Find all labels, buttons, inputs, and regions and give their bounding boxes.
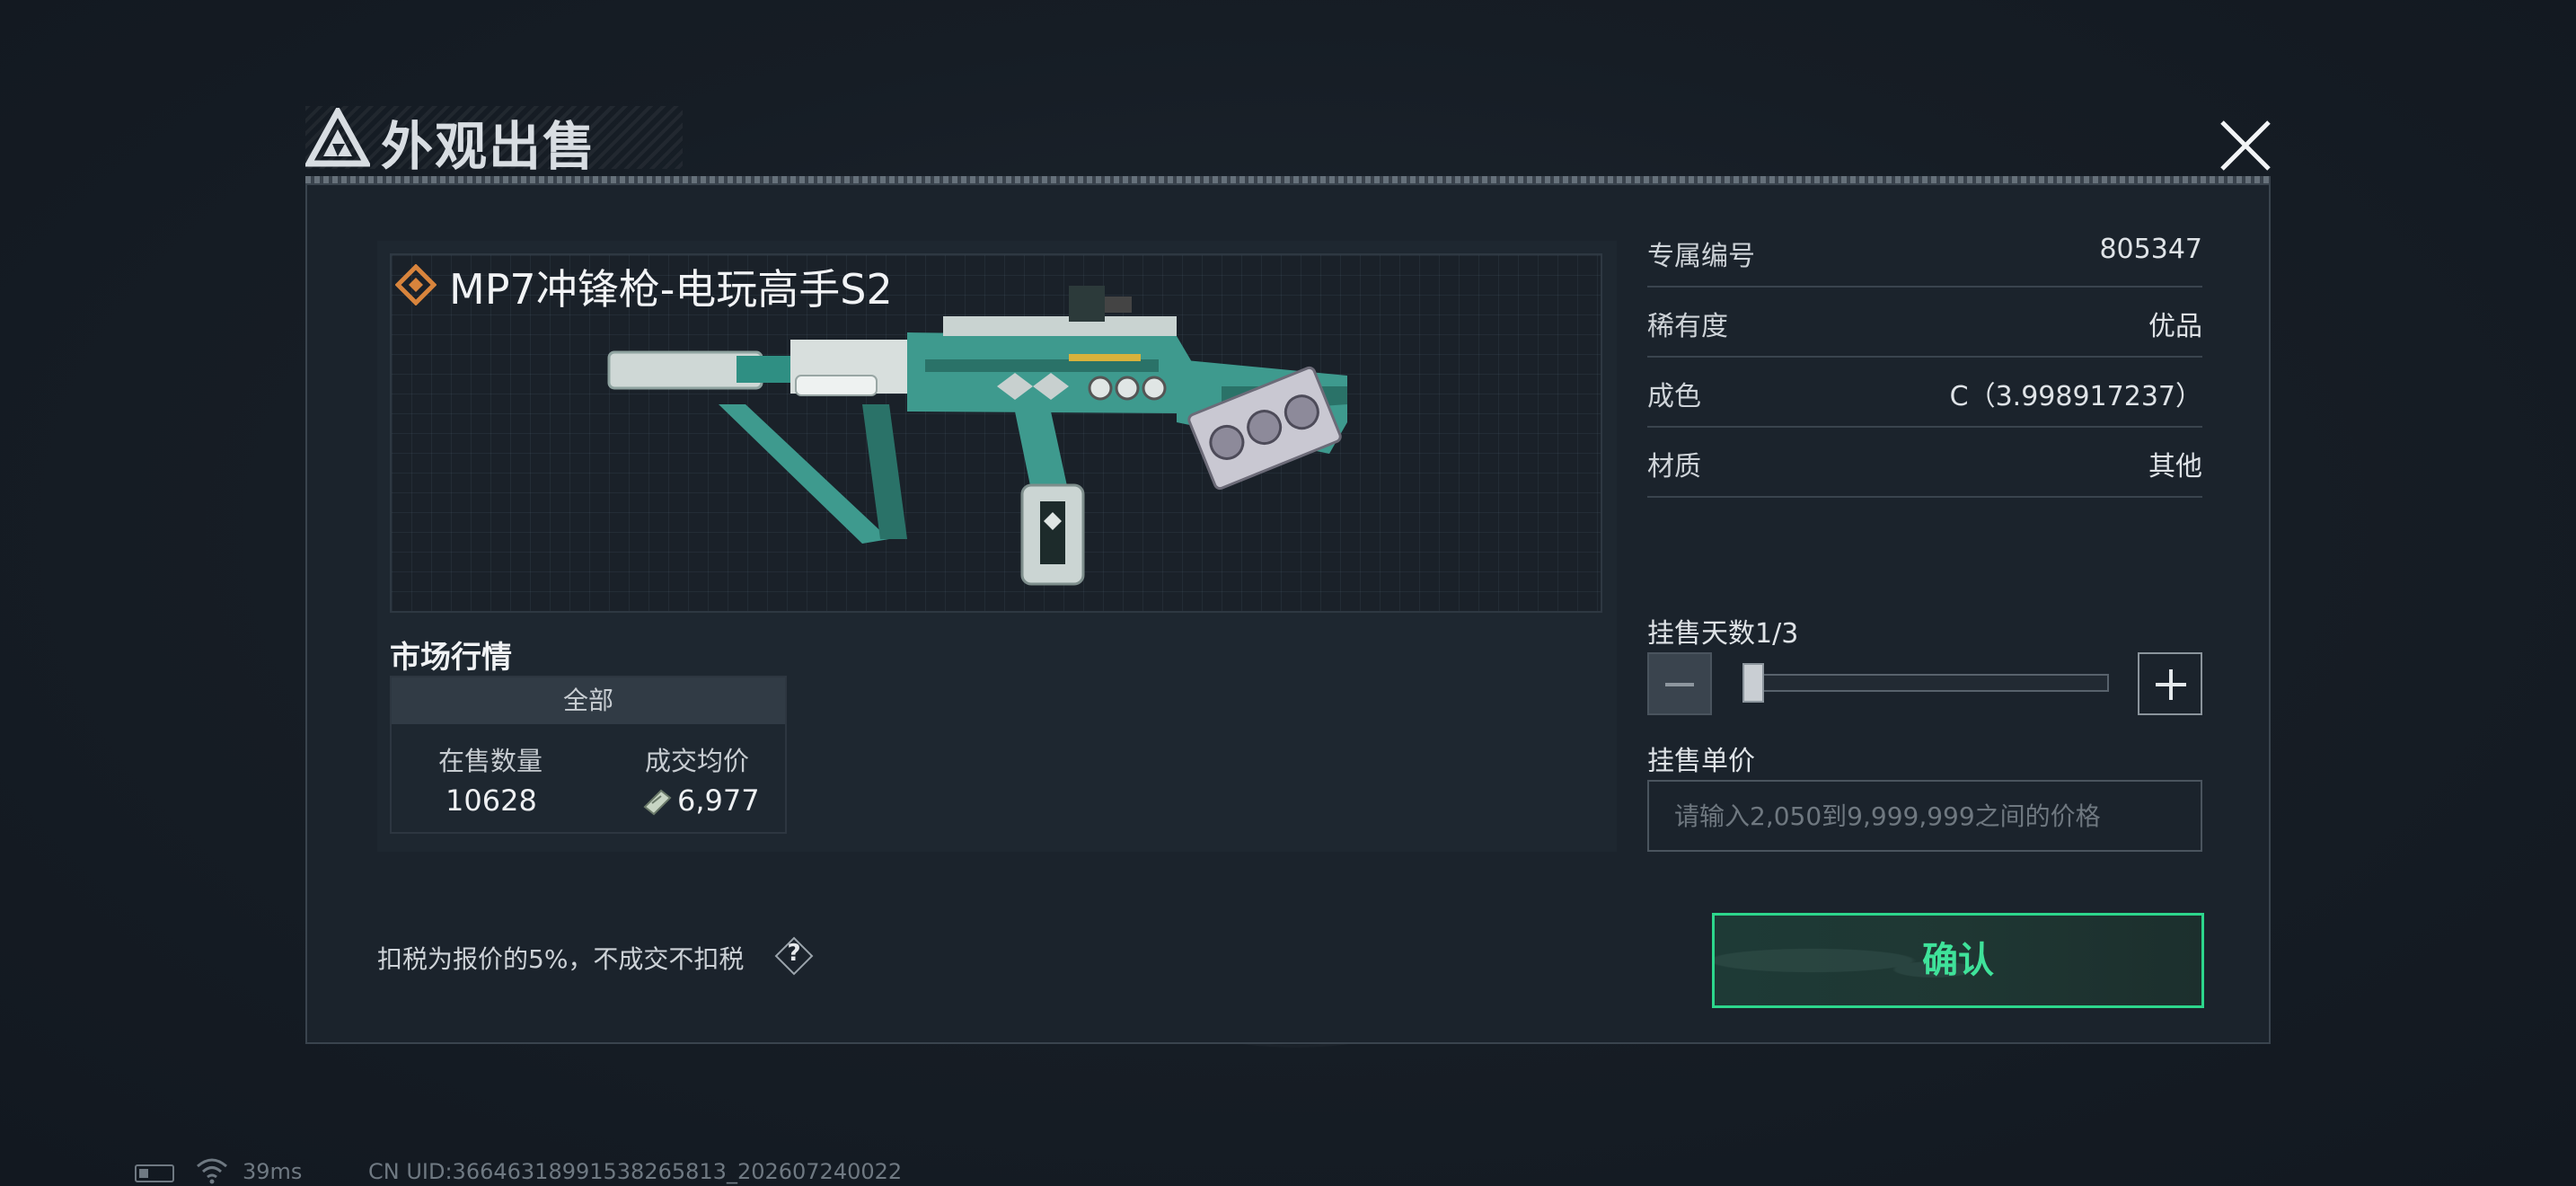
close-icon[interactable] bbox=[2210, 110, 2281, 181]
on-sale-count-value: 10628 bbox=[446, 783, 537, 818]
material-label: 材质 bbox=[1647, 451, 1701, 482]
market-box: 全部 在售数量 10628 成交均价 6,977 bbox=[390, 676, 787, 834]
delta-logo-icon bbox=[305, 108, 370, 167]
listing-price-label: 挂售单价 bbox=[1647, 746, 1755, 777]
player-uid: CN UID:36646318991538265813_202607240022 bbox=[368, 1159, 903, 1184]
currency-icon bbox=[643, 789, 672, 816]
wear-value: C（3.998917237） bbox=[1949, 381, 2202, 412]
help-button[interactable]: ? bbox=[774, 936, 814, 976]
dialog-title: 外观出售 bbox=[381, 116, 597, 177]
market-title: 市场行情 bbox=[390, 640, 512, 676]
info-row-material: 材质 其他 bbox=[1647, 428, 2202, 498]
info-row-wear: 成色 C（3.998917237） bbox=[1647, 358, 2202, 428]
title-divider bbox=[305, 176, 2271, 183]
slider-thumb[interactable] bbox=[1742, 663, 1764, 703]
listing-days-slider[interactable] bbox=[1742, 674, 2109, 692]
on-sale-count-label: 在售数量 bbox=[438, 746, 543, 776]
info-row-serial: 专属编号 805347 bbox=[1647, 217, 2202, 288]
listing-days-label: 挂售天数1/3 bbox=[1647, 618, 1799, 650]
confirm-label: 确认 bbox=[1922, 940, 1994, 981]
price-input[interactable] bbox=[1647, 780, 2202, 852]
rarity-value: 优品 bbox=[2148, 311, 2202, 342]
diamond-rarity-icon bbox=[395, 264, 437, 305]
battery-icon bbox=[135, 1164, 174, 1182]
avg-price-label: 成交均价 bbox=[645, 746, 750, 776]
info-row-rarity: 稀有度 优品 bbox=[1647, 288, 2202, 358]
rarity-label: 稀有度 bbox=[1647, 311, 1728, 342]
serial-label: 专属编号 bbox=[1647, 241, 1755, 272]
weapon-image bbox=[607, 286, 1347, 586]
tax-note: 扣税为报价的5%，不成交不扣税 bbox=[377, 944, 745, 974]
wifi-icon bbox=[197, 1158, 227, 1184]
avg-price-value: 6,977 bbox=[677, 783, 760, 818]
decrease-days-button[interactable] bbox=[1647, 652, 1712, 715]
confirm-button[interactable]: 确认 bbox=[1712, 913, 2204, 1008]
dialog-title-bar: 外观出售 bbox=[305, 99, 2271, 183]
help-label: ? bbox=[787, 940, 801, 967]
serial-value: 805347 bbox=[2099, 234, 2202, 265]
wear-label: 成色 bbox=[1647, 381, 1701, 412]
increase-days-button[interactable] bbox=[2138, 652, 2202, 715]
market-tab-all[interactable]: 全部 bbox=[392, 677, 785, 724]
ping-readout: 39ms bbox=[243, 1159, 303, 1184]
material-value: 其他 bbox=[2148, 451, 2202, 482]
